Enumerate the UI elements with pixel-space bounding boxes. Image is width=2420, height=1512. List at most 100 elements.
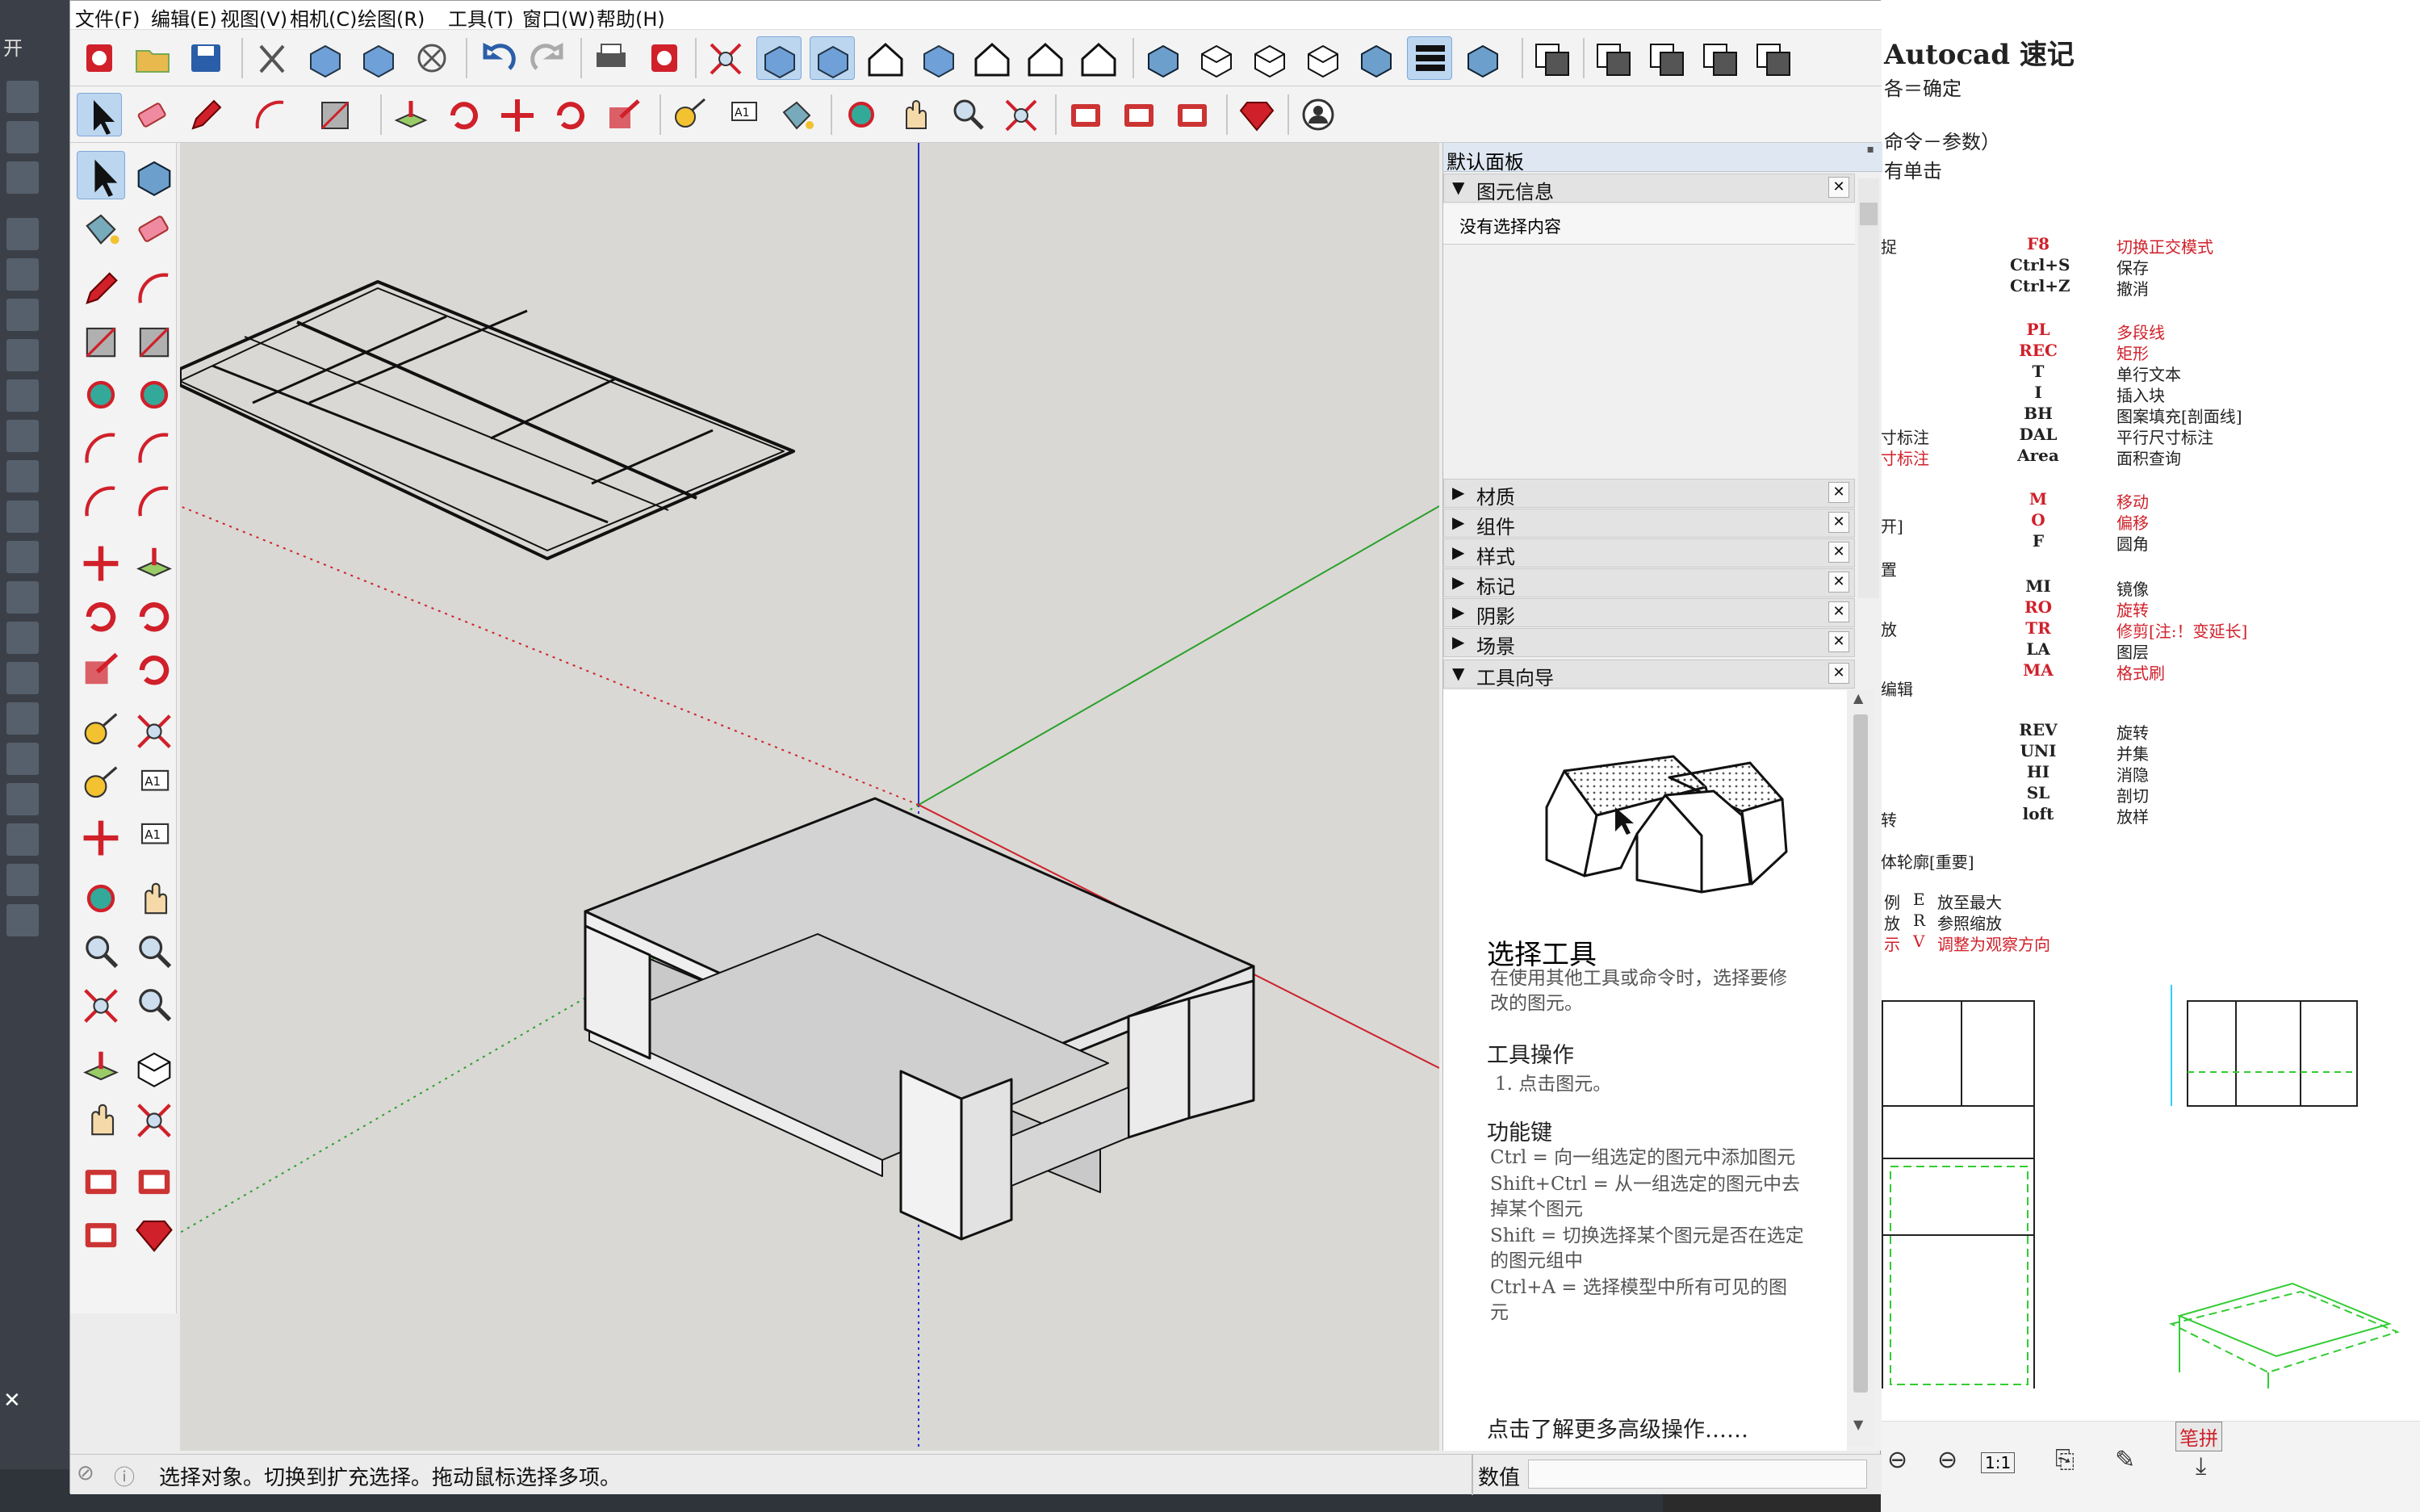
undo-button[interactable] — [474, 36, 519, 80]
section-tool-button[interactable] — [1751, 36, 1796, 80]
extension-warehouse-button[interactable] — [1234, 93, 1279, 136]
instructor-panel-header[interactable]: ▼ 工具向导 ✕ — [1443, 660, 1855, 689]
menu-item[interactable]: 编辑(E) — [151, 3, 217, 31]
wireframe-button[interactable] — [1247, 36, 1292, 80]
close-icon[interactable]: ✕ — [1828, 601, 1849, 622]
push-tool-button[interactable] — [388, 93, 433, 136]
tray-pin-icon[interactable]: ▪ — [1867, 143, 1875, 156]
measurements-input[interactable] — [1528, 1460, 1867, 1489]
move-tool-button[interactable] — [77, 538, 125, 587]
eraser-tool-button[interactable] — [130, 93, 175, 136]
entity-info-panel-header[interactable]: ▼ 图元信息 ✕ — [1443, 174, 1855, 203]
rectangle-tool-button[interactable] — [312, 93, 358, 136]
tray-panel-header[interactable]: ▶ 样式 ✕ — [1443, 538, 1855, 568]
right-view-button[interactable] — [916, 36, 961, 80]
open-button[interactable] — [130, 36, 175, 80]
paste-button[interactable] — [356, 36, 401, 80]
new-file-button[interactable] — [77, 36, 122, 80]
warehouse-button[interactable] — [1063, 93, 1108, 136]
menu-item[interactable]: 文件(F) — [75, 3, 140, 31]
orbit-tool-button[interactable] — [839, 93, 884, 136]
zoom-out-icon[interactable]: ⊖ — [1887, 1446, 1907, 1474]
tape-tool-button[interactable] — [77, 706, 125, 755]
hidden-line-button[interactable] — [1300, 36, 1346, 80]
menu-item[interactable]: 工具(T) — [448, 3, 513, 31]
rotate-tool-button[interactable] — [77, 592, 125, 640]
info-icon[interactable]: ⓘ — [114, 1461, 135, 1491]
extent-tool-button[interactable] — [130, 706, 178, 755]
text-tool-button[interactable]: A1 — [130, 813, 178, 861]
tray-panel-header[interactable]: ▶ 材质 ✕ — [1443, 479, 1855, 509]
arc-tool-button[interactable] — [77, 477, 125, 526]
hand-tool-button[interactable] — [77, 1095, 125, 1144]
erase-button[interactable] — [409, 36, 454, 80]
tape-tool-button[interactable] — [77, 760, 125, 808]
text-tool-button[interactable]: A1 — [721, 93, 766, 136]
print-button[interactable] — [588, 36, 634, 80]
top-view-button[interactable] — [810, 36, 855, 80]
push-tool-button[interactable] — [77, 1042, 125, 1091]
bucket-tool-button[interactable] — [774, 93, 819, 136]
extent-tool-button[interactable] — [999, 93, 1044, 136]
menu-item[interactable]: 相机(C) — [290, 3, 357, 31]
instructor-more-link[interactable]: 点击了解更多高级操作…… — [1487, 1412, 1748, 1443]
close-icon[interactable]: ✕ — [3, 1388, 21, 1413]
section-tool-button[interactable] — [1591, 36, 1636, 80]
copy-button[interactable] — [303, 36, 348, 80]
geolocation-icon[interactable]: ⊘ — [77, 1461, 94, 1485]
zoom-tool-button[interactable] — [130, 981, 178, 1029]
pencil-tool-button[interactable] — [77, 264, 125, 312]
hand-tool-button[interactable] — [892, 93, 937, 136]
warehouse-button[interactable] — [1170, 93, 1215, 136]
text-tool-button[interactable]: A1 — [130, 760, 178, 808]
save-button[interactable] — [183, 36, 228, 80]
rotate-tool-button[interactable] — [548, 93, 593, 136]
monochrome-button[interactable] — [1460, 36, 1505, 80]
model-canvas[interactable] — [180, 143, 1439, 1451]
solid-tool-button[interactable] — [130, 151, 178, 199]
line-tool-button[interactable] — [183, 93, 228, 136]
arc-tool-button[interactable] — [130, 264, 178, 312]
model-info-button[interactable] — [642, 36, 687, 80]
close-icon[interactable]: ✕ — [1828, 177, 1849, 198]
arc-tool-button[interactable] — [77, 424, 125, 472]
section-tool-button[interactable] — [1644, 36, 1689, 80]
close-icon[interactable]: ✕ — [1828, 631, 1849, 652]
tray-panel-header[interactable]: ▶ 组件 ✕ — [1443, 509, 1855, 538]
input-method-bar[interactable]: 笔拼 — [2175, 1422, 2222, 1451]
shaded-textures-button[interactable] — [1407, 36, 1452, 80]
zoom-tool-button[interactable] — [130, 928, 178, 976]
extent-tool-button[interactable] — [77, 981, 125, 1029]
wh-tool-button[interactable] — [77, 1210, 125, 1259]
section-plane-button[interactable] — [1530, 36, 1575, 80]
cube-tool-button[interactable] — [130, 1042, 178, 1091]
rotate-tool-button[interactable] — [130, 645, 178, 693]
zoom-tool-button[interactable] — [945, 93, 990, 136]
rect-tool-button[interactable] — [77, 317, 125, 366]
close-icon[interactable]: ✕ — [1828, 482, 1849, 503]
tray-scrollbar[interactable] — [1858, 178, 1879, 598]
shaded-button[interactable] — [1354, 36, 1399, 80]
wh-tool-button[interactable] — [77, 1157, 125, 1205]
zoom-tool-button[interactable] — [77, 928, 125, 976]
menu-item[interactable]: 窗口(W) — [522, 3, 595, 31]
arc-tool-button[interactable] — [130, 424, 178, 472]
close-icon[interactable]: ✕ — [1828, 542, 1849, 563]
bucket-tool-button[interactable] — [77, 204, 125, 253]
rotate-tool-button[interactable] — [130, 592, 178, 640]
tray-panel-header[interactable]: ▶ 标记 ✕ — [1443, 568, 1855, 598]
bottom-view-button[interactable] — [1076, 36, 1121, 80]
rotate-tool-button[interactable] — [442, 93, 487, 136]
warehouse-button[interactable] — [1116, 93, 1162, 136]
left-view-button[interactable] — [1023, 36, 1068, 80]
iso-view-button[interactable] — [756, 36, 802, 80]
menu-item[interactable]: 绘图(R) — [358, 3, 425, 31]
arc-tool-button[interactable] — [248, 93, 293, 136]
instructor-scrollbar[interactable]: ▲ ▼ — [1847, 690, 1874, 1446]
ruby-tool-button[interactable] — [130, 1210, 178, 1259]
model-viewport[interactable] — [180, 143, 1439, 1451]
close-icon[interactable]: ✕ — [1828, 512, 1849, 533]
select-tool-button[interactable] — [77, 93, 122, 136]
tray-panel-header[interactable]: ▶ 阴影 ✕ — [1443, 598, 1855, 628]
redo-button[interactable] — [527, 36, 572, 80]
